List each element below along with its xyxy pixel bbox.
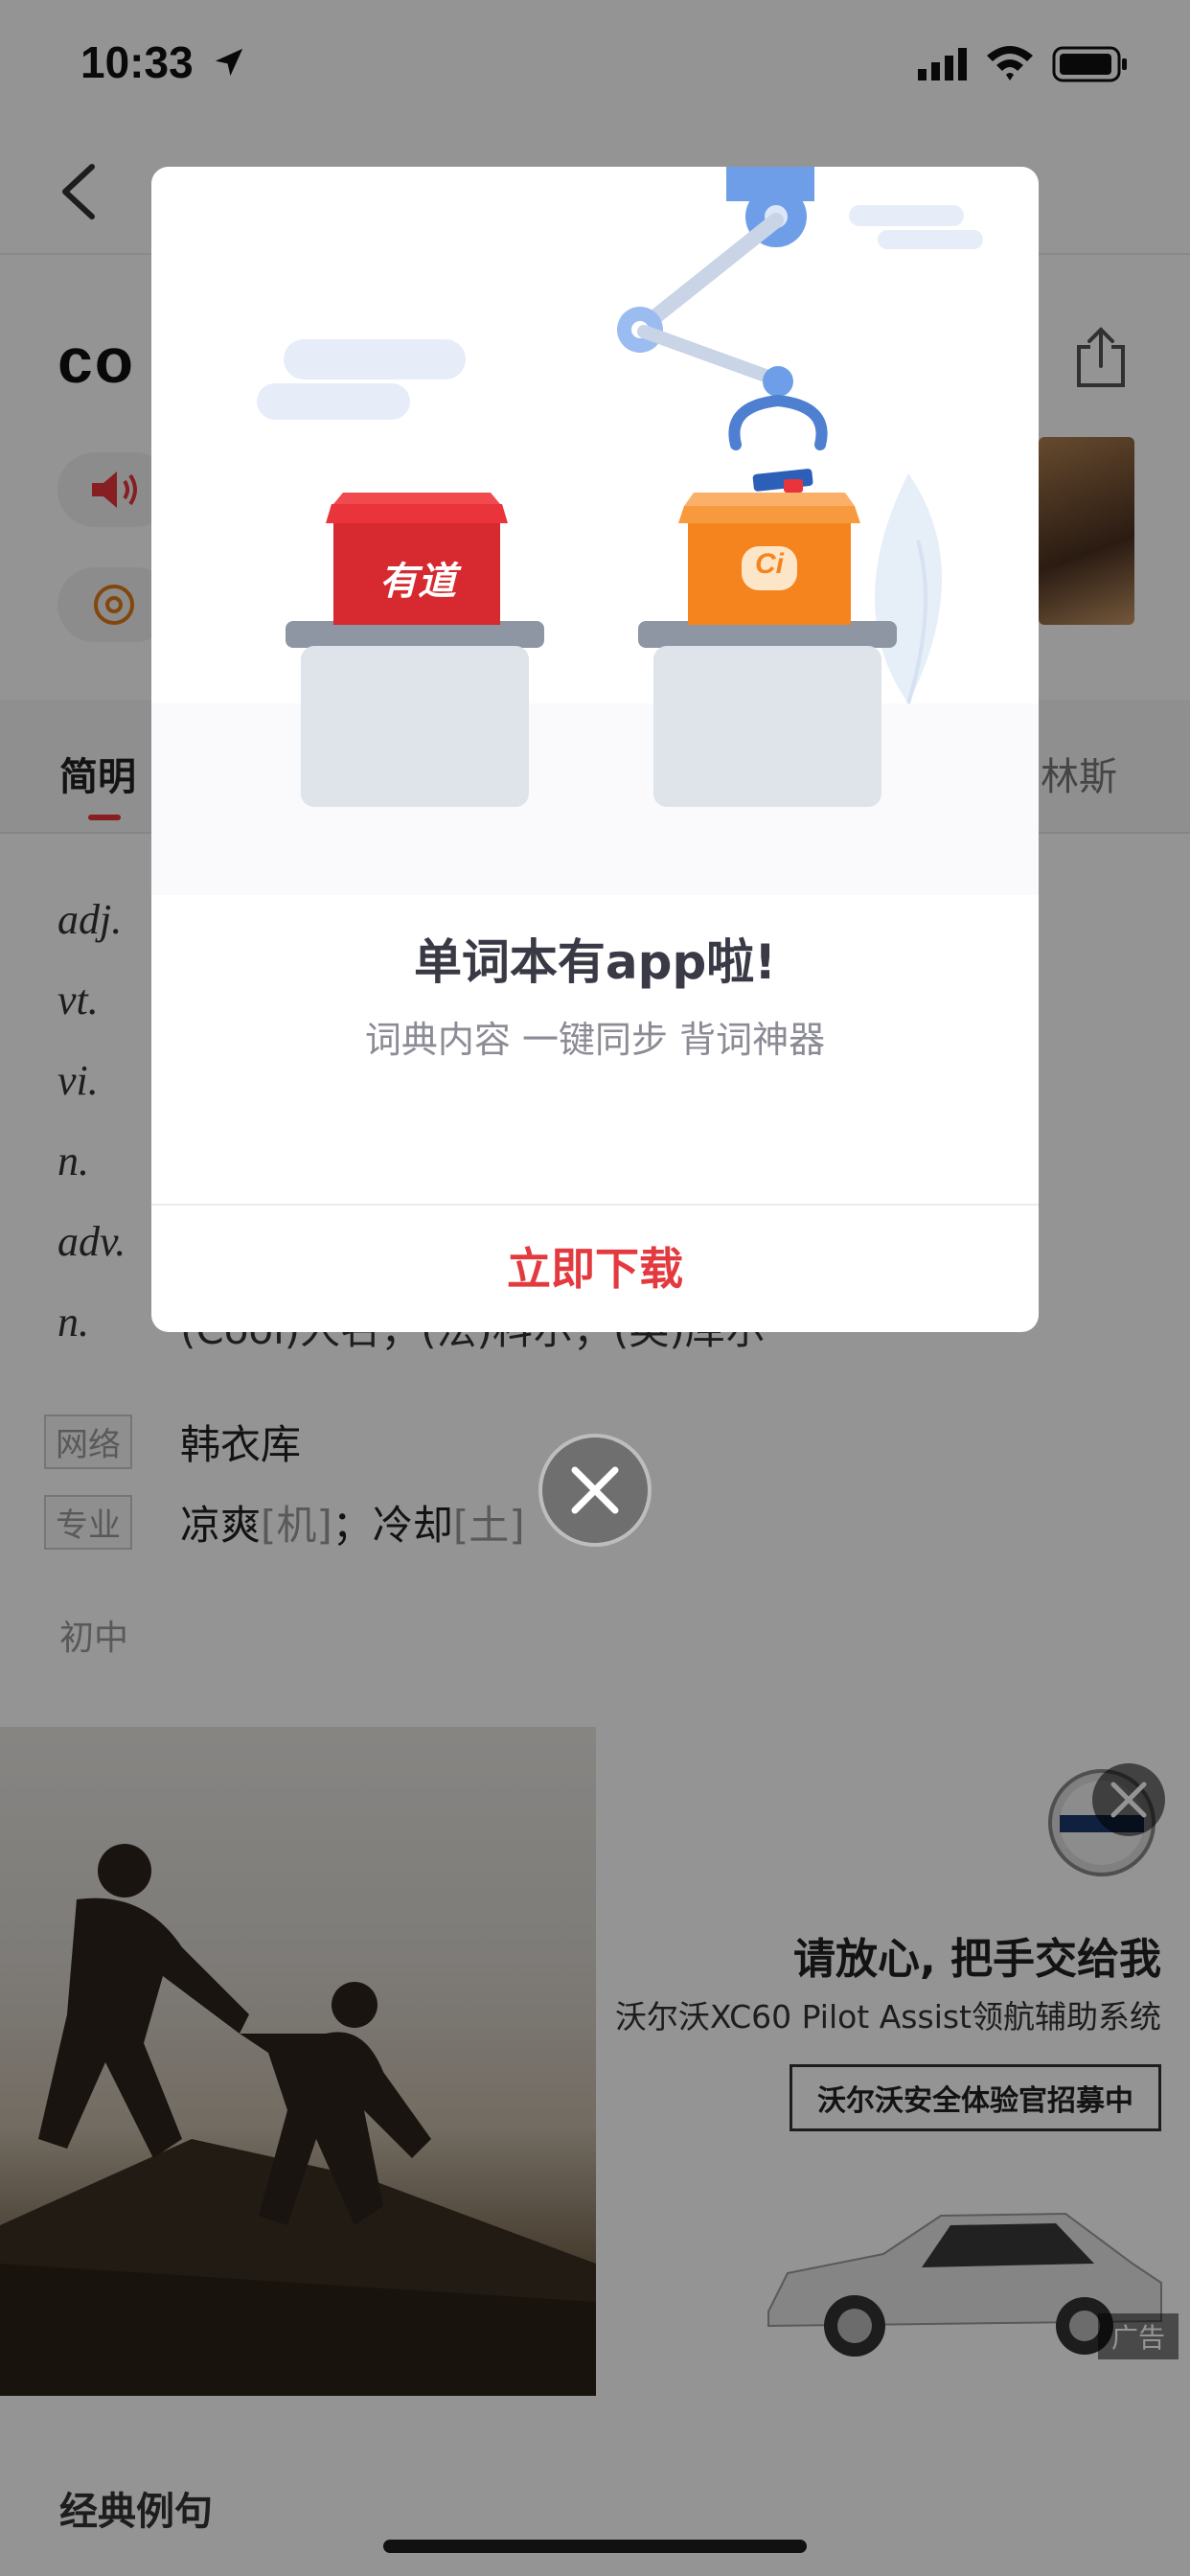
box-right-label: Ci [755,548,784,580]
app-promo-modal: 有道 Ci 单词本有app啦! 词典内容 一键同步 背词神器 立即下载 [151,167,1039,1332]
modal-subtitle: 词典内容 一键同步 背词神器 [364,1019,826,1061]
modal-title: 单词本有app啦! [413,934,777,990]
home-indicator [383,2540,807,2553]
box-left-label: 有道 [379,559,456,604]
promo-illustration [151,167,1039,895]
download-now-button[interactable]: 立即下载 [151,1206,1039,1332]
close-icon [571,1466,619,1514]
modal-close-button[interactable] [538,1434,652,1547]
